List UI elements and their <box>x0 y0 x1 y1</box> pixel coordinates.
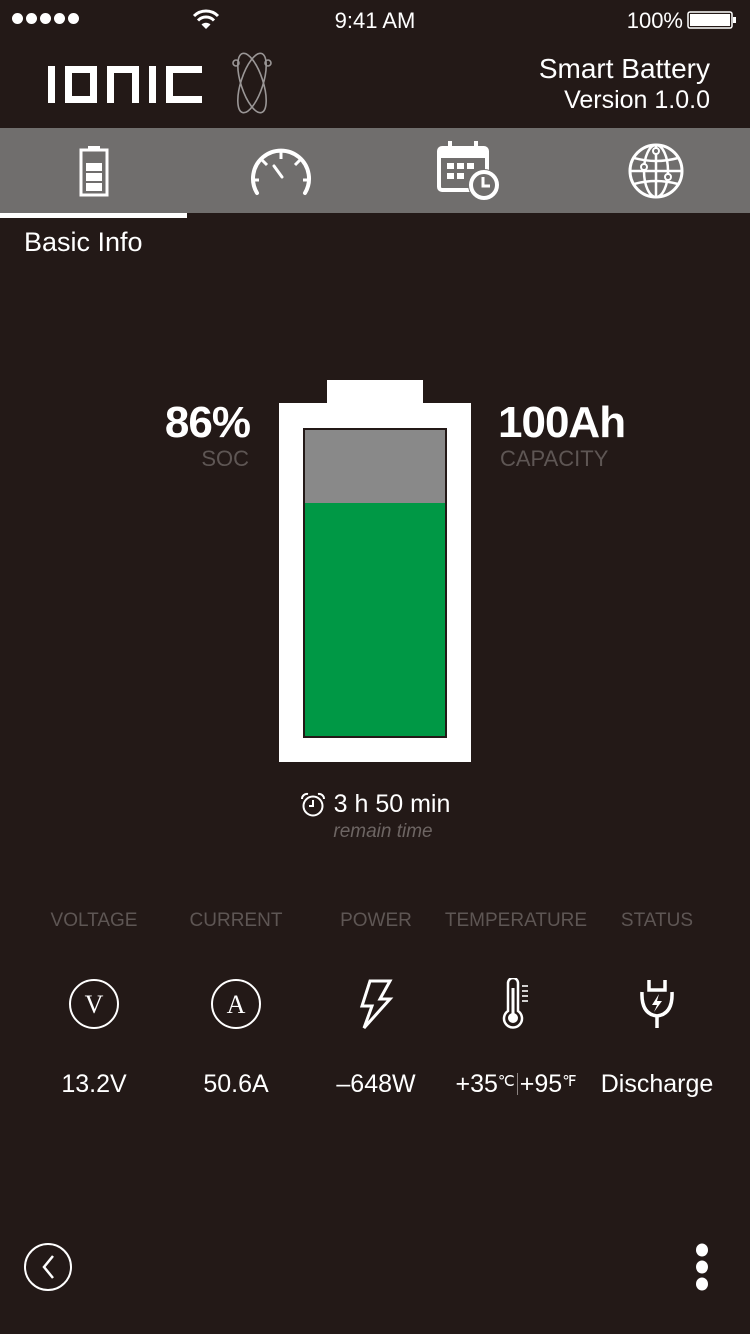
metric-label: CURRENT <box>189 910 283 931</box>
tab-basic-info[interactable] <box>0 128 188 213</box>
temperature-celsius: +35 <box>455 1070 498 1098</box>
calendar-clock-icon <box>436 140 500 201</box>
lightning-icon <box>359 979 394 1030</box>
svg-text:V: V <box>85 990 104 1019</box>
battery-gauge <box>279 380 471 762</box>
section-title: Basic Info <box>24 227 143 257</box>
metric-value: 50.6A <box>203 1070 269 1098</box>
tab-schedule[interactable] <box>375 128 563 213</box>
plug-charge-icon <box>640 980 674 1028</box>
speedometer-icon <box>251 148 312 195</box>
capacity-label: CAPACITY <box>500 446 609 471</box>
back-chevron-icon <box>24 1243 72 1291</box>
battery-full-icon <box>687 11 736 29</box>
thermometer-icon <box>502 978 528 1029</box>
metric-label: STATUS <box>620 910 694 931</box>
logo-text-ionic <box>48 66 202 103</box>
remaining-time-label: remain time <box>333 821 433 842</box>
app-version: Version 1.0.0 <box>564 86 710 114</box>
metric-current: CURRENT A 50.6A <box>161 910 311 1099</box>
status-battery-percent: 100% <box>626 8 683 33</box>
metric-label: TEMPERATURE <box>444 910 588 931</box>
battery-cap <box>327 380 423 404</box>
remaining-time-value: 3 h 50 min <box>333 790 451 818</box>
celsius-unit: ℃ <box>497 1073 515 1090</box>
status-bar: 9:41 AM 100% <box>0 0 750 40</box>
tab-bar <box>0 128 750 213</box>
app-logo <box>48 52 272 114</box>
soc-label: SOC <box>201 446 249 471</box>
voltage-icon: V <box>69 979 119 1029</box>
remaining-time: 3 h 50 min <box>0 790 750 819</box>
temperature-divider <box>516 1073 518 1095</box>
current-icon: A <box>211 979 261 1029</box>
alarm-clock-icon <box>300 792 325 816</box>
battery-fill-level <box>305 503 445 736</box>
metric-status: STATUS Discharge <box>582 910 732 1099</box>
back-button[interactable] <box>24 1243 72 1291</box>
more-options-button[interactable] <box>690 1242 714 1292</box>
temperature-fahrenheit: +95 <box>519 1070 563 1098</box>
metric-value-temperature: +35℃ +95℉ <box>441 1070 591 1099</box>
app-title: Smart Battery <box>538 53 710 84</box>
metric-voltage: VOLTAGE V 13.2V <box>19 910 169 1099</box>
tab-gauge[interactable] <box>188 128 376 213</box>
battery-icon <box>79 145 109 196</box>
capacity-value: 100Ah <box>498 398 626 447</box>
fahrenheit-unit: ℉ <box>562 1073 577 1090</box>
metric-value: 13.2V <box>61 1070 127 1098</box>
metric-label: POWER <box>340 910 412 931</box>
metric-value: –648W <box>336 1070 416 1098</box>
active-tab-indicator <box>0 213 187 218</box>
metric-label: VOLTAGE <box>50 910 138 931</box>
atom-orbit-icon <box>232 52 272 114</box>
metric-temperature: TEMPERATURE +35℃ +95℉ <box>441 910 591 1099</box>
svg-text:A: A <box>227 990 246 1019</box>
soc-value: 86% <box>164 398 251 447</box>
globe-icon <box>628 143 684 198</box>
more-vertical-icon <box>696 1243 708 1291</box>
tab-network[interactable] <box>563 128 750 213</box>
metric-power: POWER –648W <box>301 910 451 1099</box>
metric-value: Discharge <box>600 1070 714 1098</box>
